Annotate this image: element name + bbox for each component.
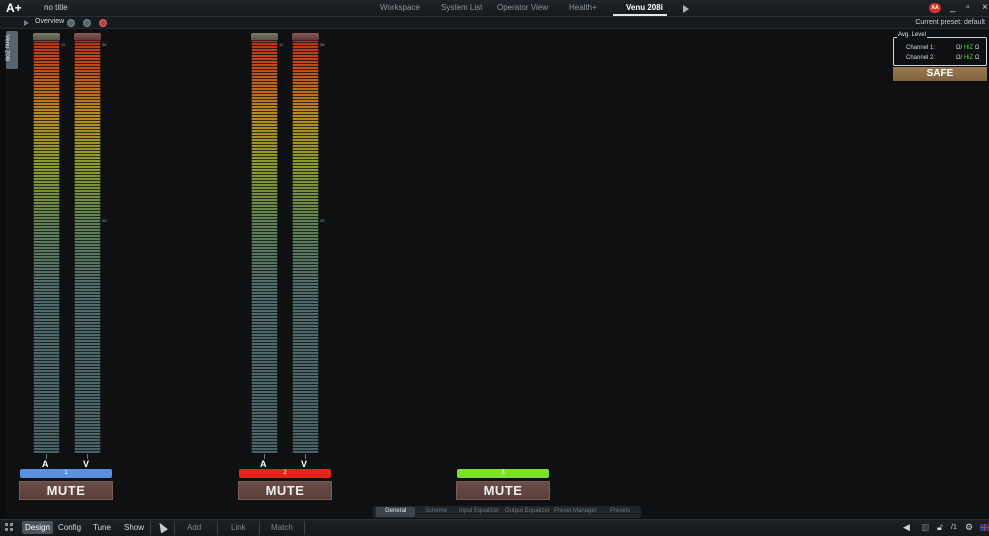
expand-arrow-icon[interactable] [24,20,29,26]
toolbar-divider [217,521,218,535]
gear-icon[interactable]: ⚙ [965,522,973,533]
speaker-icon[interactable]: ◀ [903,522,910,533]
tab-input-equalizer[interactable]: Input Equalizer [459,508,499,514]
meter-peak-cap [292,33,319,40]
status-dot-icon[interactable] [83,19,91,27]
mute-button-channel-2[interactable]: MUTE [238,481,332,500]
channel-1-color-bar[interactable]: 1 [20,469,112,478]
uk-flag-icon[interactable] [980,524,989,531]
level-meter-a [251,40,278,454]
mute-button-channel-3[interactable]: MUTE [456,481,550,500]
channel-2-impedance: Ω/ HiZ Ω [956,55,980,61]
channel-2-label: Channel 2: [906,55,936,61]
tab-system-list[interactable]: System List [441,3,482,12]
meter-peak-cap [74,33,101,40]
device-side-tab[interactable]: Venu 208i [3,31,18,69]
meter-label-v: V [83,459,90,469]
link-button[interactable]: Link [231,521,246,534]
channel-2-color-bar[interactable]: 2 [239,469,331,478]
channel-1-hiz: HiZ [963,45,974,51]
tab-presets[interactable]: Presets [610,508,630,514]
meter-scale-label: 12 [279,42,284,47]
mute-button-channel-1[interactable]: MUTE [19,481,113,500]
tab-health[interactable]: Health+ [569,3,597,12]
mode-tune-button[interactable]: Tune [90,521,114,534]
tab-operator-view[interactable]: Operator View [497,3,548,12]
match-button[interactable]: Match [271,521,293,534]
page-indicator: /1 [951,524,957,531]
mode-design-button[interactable]: Design [22,521,53,534]
tab-scheme[interactable]: Scheme [425,508,447,514]
play-icon[interactable] [683,5,689,13]
channel-2-hiz: HiZ [963,55,974,61]
toolbar-divider [259,521,260,535]
unlock-icon[interactable]: 🔓︎ [937,522,943,533]
alert-dot-icon[interactable] [99,19,107,27]
avg-level-panel [893,37,987,66]
top-bar: A+ no title Workspace System List Operat… [0,0,989,17]
app-logo[interactable]: A+ [6,1,22,15]
document-title[interactable]: no title [44,3,68,12]
safe-button[interactable]: SAFE [893,67,987,81]
avg-level-title: Avg. Level [897,32,927,38]
toolbar-divider [150,521,151,535]
channel-3-color-bar[interactable]: 3 [457,469,549,478]
mode-config-button[interactable]: Config [55,521,84,534]
overview-label[interactable]: Overview [35,18,64,25]
user-avatar[interactable]: AA [929,3,941,13]
meter-label-a: A [260,459,267,469]
left-rail [0,29,6,519]
bottom-toolbar [0,519,989,536]
tab-output-equalizer[interactable]: Output Equalizer [505,508,550,514]
meter-peak-cap [33,33,60,40]
trash-icon[interactable]: ▥ [921,522,930,533]
meter-scale-label: 38 [102,42,107,47]
meter-peak-cap [251,33,278,40]
meter-scale-label: 12 [61,42,66,47]
level-meter-a [33,40,60,454]
active-tab-underline [613,14,667,16]
status-dot-icon[interactable] [67,19,75,27]
toolbar-divider [304,521,305,535]
level-meter-v [74,40,101,454]
overview-bar: Overview Current preset: default [0,17,989,29]
meter-scale-label: 38 [320,42,325,47]
close-icon[interactable]: × [982,2,988,13]
meter-scale-label: 25 [102,218,107,223]
add-button[interactable]: Add [187,521,201,534]
toolbar-divider [174,521,175,535]
channel-1-impedance: Ω/ HiZ Ω [956,45,980,51]
tab-general[interactable]: General [385,508,406,514]
meter-scale-label: 25 [320,218,325,223]
tab-workspace[interactable]: Workspace [380,3,420,12]
level-meter-v [292,40,319,454]
app-window: A+ no title Workspace System List Operat… [0,0,989,536]
current-preset-label: Current preset: default [915,19,985,26]
device-side-tab-label: Venu 208i [3,34,10,62]
minimize-icon[interactable]: _ [950,2,956,13]
tab-preset-manager[interactable]: Preset Manager [554,508,597,514]
restore-icon[interactable]: ▫ [966,2,970,13]
tab-venu-208i[interactable]: Venu 208i [626,3,663,12]
meter-label-v: V [301,459,308,469]
channel-1-label: Channel 1: [906,45,936,51]
meter-label-a: A [42,459,49,469]
mode-show-button[interactable]: Show [121,521,147,534]
grid-icon[interactable] [5,523,14,532]
